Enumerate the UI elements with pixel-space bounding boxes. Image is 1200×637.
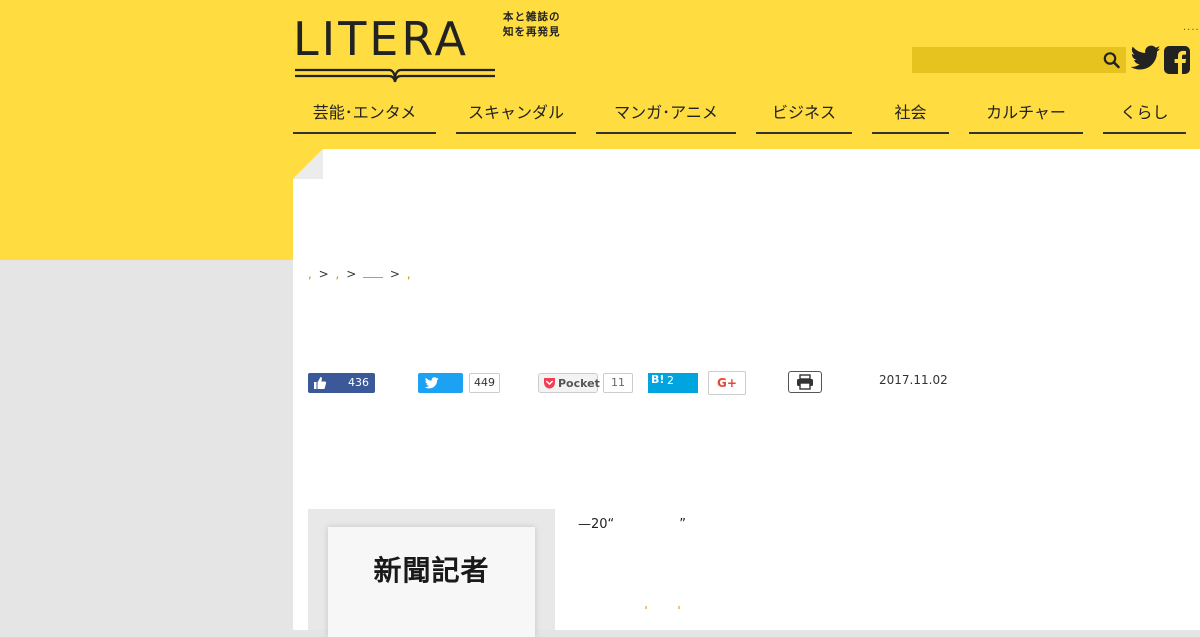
nav-item-lifestyle[interactable]: くらし bbox=[1103, 98, 1186, 134]
nav-item-culture[interactable]: カルチャー bbox=[969, 98, 1083, 134]
logo-tagline: 本と雑誌の知を再発見 bbox=[503, 11, 561, 38]
nav-item-manga-anime[interactable]: マンガ･アニメ bbox=[596, 98, 736, 134]
twitter-share-button[interactable] bbox=[418, 373, 463, 393]
pocket-count: 11 bbox=[603, 373, 633, 393]
facebook-like-button[interactable]: 436 bbox=[308, 373, 375, 393]
pocket-label: Pocket bbox=[558, 377, 600, 390]
main-nav: 芸能･エンタメ スキャンダル マンガ･アニメ ビジネス 社会 カルチャー くらし bbox=[293, 98, 1200, 134]
logo-wordmark: LITERA bbox=[293, 12, 469, 66]
google-plus-button[interactable]: G+ bbox=[708, 371, 746, 395]
breadcrumb-category-link[interactable]: , bbox=[336, 267, 340, 281]
breadcrumb-subcategory-link[interactable] bbox=[363, 267, 384, 278]
search-box bbox=[912, 47, 1126, 73]
hatena-label: B! bbox=[651, 373, 665, 386]
nav-item-business[interactable]: ビジネス bbox=[756, 98, 852, 134]
pocket-icon bbox=[544, 378, 555, 389]
book-cover: 新聞記者 bbox=[328, 527, 535, 637]
hatena-count: 2 bbox=[667, 374, 674, 387]
breadcrumb-separator: > bbox=[318, 267, 329, 281]
breadcrumb-separator: > bbox=[389, 267, 400, 281]
thumbs-up-icon bbox=[314, 377, 327, 389]
print-button[interactable] bbox=[788, 371, 822, 393]
nav-item-society[interactable]: 社会 bbox=[872, 98, 949, 134]
pocket-button[interactable]: Pocket bbox=[538, 373, 600, 393]
facebook-icon[interactable] bbox=[1163, 45, 1193, 75]
hatena-bookmark-button[interactable]: B! 2 bbox=[648, 373, 698, 393]
page-fold-shadow bbox=[293, 149, 323, 179]
text-link-marker[interactable] bbox=[645, 600, 680, 610]
book-cover-image[interactable]: 新聞記者 bbox=[308, 509, 555, 637]
site-logo[interactable]: LITERA 本と雑誌の知を再発見 bbox=[293, 10, 573, 85]
breadcrumb-separator: > bbox=[346, 267, 357, 281]
breadcrumb: , > , > > , bbox=[308, 267, 414, 281]
more-dots[interactable]: .... bbox=[1183, 22, 1200, 33]
search-icon[interactable] bbox=[1102, 51, 1122, 69]
book-icon bbox=[295, 68, 495, 83]
nav-item-scandal[interactable]: スキャンダル bbox=[456, 98, 576, 134]
twitter-bird-icon bbox=[425, 377, 439, 389]
twitter-icon[interactable] bbox=[1131, 45, 1161, 73]
printer-icon bbox=[797, 374, 813, 390]
site-header: LITERA 本と雑誌の知を再発見 .... 芸能･エンタメ スキャンダル マン… bbox=[0, 0, 1200, 149]
book-title: 新聞記者 bbox=[373, 554, 490, 587]
facebook-like-count: 436 bbox=[348, 376, 369, 389]
search-input[interactable] bbox=[912, 47, 1097, 73]
twitter-share-count: 449 bbox=[469, 373, 500, 393]
breadcrumb-home-link[interactable]: , bbox=[308, 267, 312, 281]
nav-item-entertainment[interactable]: 芸能･エンタメ bbox=[293, 98, 436, 134]
article-date: 2017.11.02 bbox=[879, 373, 948, 387]
article-lead-text: —20“ ” bbox=[578, 517, 687, 532]
breadcrumb-current: , bbox=[406, 267, 411, 281]
